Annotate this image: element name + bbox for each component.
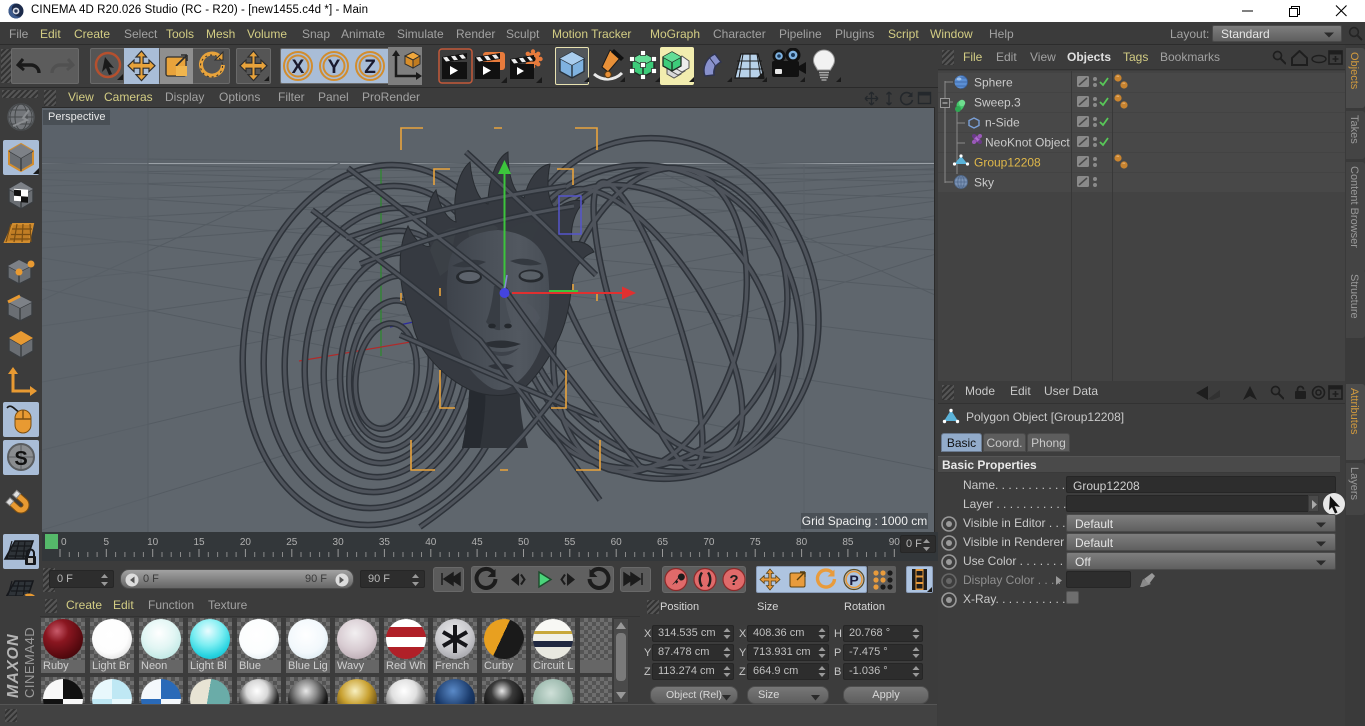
svg-text:50: 50 [518,537,530,548]
svg-text:Sphere: Sphere [974,76,1013,90]
svg-text:15: 15 [193,537,205,548]
svg-text:30: 30 [333,537,345,548]
svg-text:60: 60 [611,537,623,548]
svg-text:X: X [292,57,305,78]
svg-text:Z: Z [364,57,376,78]
svg-text:Group12208: Group12208 [974,156,1041,170]
svg-text:Y: Y [328,57,341,78]
svg-text:10: 10 [147,537,159,548]
svg-text:20: 20 [240,537,252,548]
svg-text:45: 45 [472,537,484,548]
svg-text:65: 65 [657,537,669,548]
svg-text:85: 85 [842,537,854,548]
svg-text:90: 90 [889,537,901,548]
svg-text:80: 80 [796,537,808,548]
svg-text:S: S [14,448,27,470]
svg-text:55: 55 [564,537,576,548]
svg-text:NeoKnot Object: NeoKnot Object [985,136,1070,150]
svg-text:75: 75 [750,537,762,548]
svg-text:0: 0 [61,537,67,548]
svg-text:35: 35 [379,537,391,548]
svg-text:P: P [849,572,858,588]
svg-text:n-Side: n-Side [985,116,1020,130]
svg-text:?: ? [729,572,738,589]
svg-text:Sweep.3: Sweep.3 [974,96,1021,110]
svg-text:Sky: Sky [974,176,994,190]
svg-text:5: 5 [104,537,110,548]
svg-text:25: 25 [286,537,298,548]
svg-text:70: 70 [703,537,715,548]
svg-text:40: 40 [425,537,437,548]
